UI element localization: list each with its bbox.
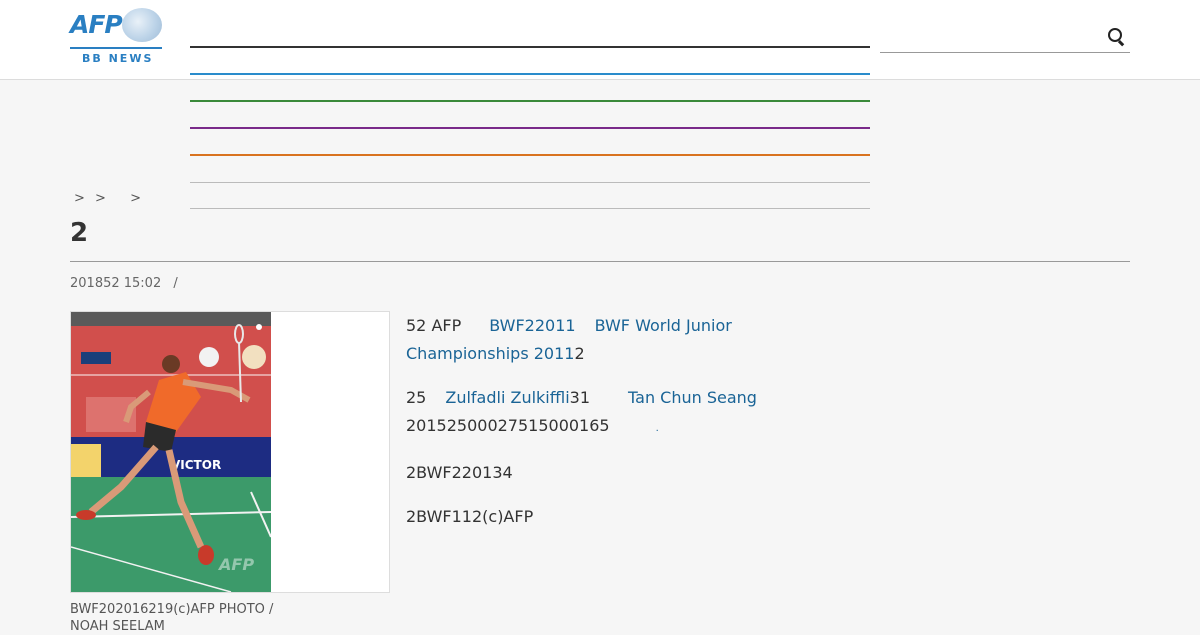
paragraph-4: 2BWF112(c)AFP [406,507,534,526]
paragraph-1: 52 AFP BWF22011 BWF World Junior Champions… [406,312,766,368]
paragraph-2: 25 Zulfadli Zulkiffli31 Tan Chun Seang 201… [406,384,766,443]
logo-subtitle: BB NEWS [82,52,154,65]
search-icon[interactable] [1108,28,1122,42]
meta-separator: / [173,276,178,291]
logo-divider [70,47,162,49]
article-body: 52 AFP BWF22011 BWF World Junior Champions… [406,312,766,547]
badminton-player-photo[interactable]: VICTOR AFP [71,312,271,592]
title-divider [70,261,1130,262]
bwf-link[interactable]: BWF22011 [489,316,575,335]
site-header: AFP BB NEWS [0,0,1200,80]
nav-line-3[interactable] [190,100,870,102]
paragraph-text: 2 [574,344,585,363]
nav-line-7[interactable] [190,208,870,209]
article-title: 2 [70,218,89,248]
paragraph-text: 20152500027515000165 [406,416,610,435]
player-link-zulfadli[interactable]: Zulfadli Zulkiffli [445,388,569,407]
player-link-tan[interactable]: Tan Chun Seang [628,388,757,407]
nav-line-6[interactable] [190,182,870,183]
nav-line-2[interactable] [190,73,870,75]
publish-date: 201852 15:02 [70,276,162,291]
article-photo-frame[interactable]: VICTOR AFP [70,311,390,593]
paragraph-text: 52 AFP [406,316,462,335]
breadcrumb-sep: > [130,191,141,206]
nav-line-5[interactable] [190,154,870,156]
search-input[interactable] [880,20,1130,53]
breadcrumb-sep: > [95,191,106,206]
logo-afp-text: AFP [70,10,123,39]
nav-line-1[interactable] [190,46,870,48]
breadcrumb: > > > [74,191,147,206]
article-meta: 201852 15:02 / [70,276,178,291]
svg-text:VICTOR: VICTOR [171,458,221,472]
globe-icon [122,8,162,42]
svg-text:AFP: AFP [217,555,254,574]
nav-line-4[interactable] [190,127,870,129]
paragraph-3: 2BWF220134 [406,463,513,482]
breadcrumb-sep: > [74,191,85,206]
inline-link[interactable]: . [656,423,659,434]
afp-bb-news-logo[interactable]: AFP BB NEWS [70,8,162,65]
paragraph-text: 31 [569,388,591,407]
paragraph-text: 25 [406,388,427,407]
